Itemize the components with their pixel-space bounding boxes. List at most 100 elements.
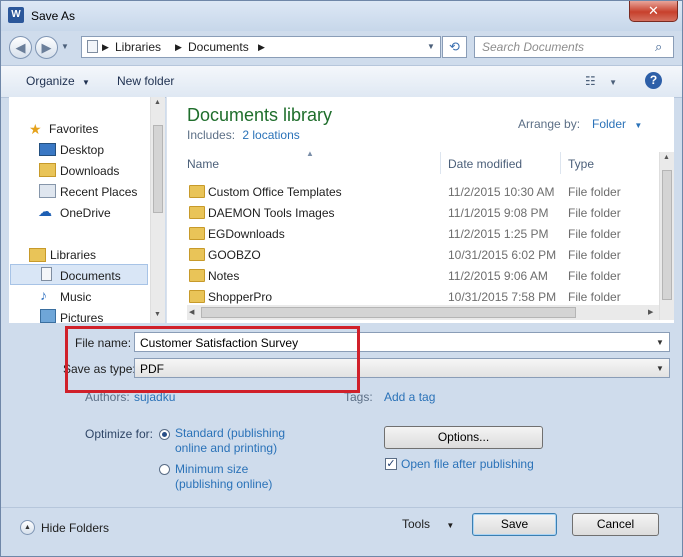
address-bar[interactable]: ▶ Libraries ▶ Documents ▶ ▼ — [81, 36, 441, 58]
new-folder-button[interactable]: New folder — [117, 74, 174, 88]
file-row[interactable]: GOOBZO 10/31/2015 6:02 PM File folder — [187, 245, 657, 266]
minimum-size-radio[interactable] — [159, 464, 170, 475]
includes-locations-link[interactable]: 2 locations — [242, 128, 299, 142]
file-date-cell: 10/31/2015 7:58 PM — [448, 290, 557, 304]
file-row[interactable]: Notes 11/2/2015 9:06 AM File folder — [187, 266, 657, 287]
help-icon[interactable]: ? — [645, 72, 662, 89]
file-name-cell: DAEMON Tools Images — [208, 206, 335, 220]
library-includes: Includes: 2 locations — [187, 128, 300, 142]
column-header-type[interactable]: Type — [568, 157, 594, 171]
library-title: Documents library — [187, 105, 333, 125]
nav-documents[interactable]: Documents — [60, 269, 121, 283]
file-list-horizontal-scrollbar[interactable]: ◀ ▶ — [187, 305, 659, 320]
file-name-cell: Notes — [208, 269, 240, 283]
organize-button[interactable]: Organize ▼ — [26, 74, 90, 88]
folder-icon — [189, 269, 205, 282]
save-as-dialog: W Save As ✕ ◀ ▶ ▼ ▶ Libraries ▶ Document… — [0, 0, 683, 557]
file-name-cell: GOOBZO — [208, 248, 261, 262]
refresh-icon: ⟲ — [449, 39, 460, 54]
libraries-icon — [29, 248, 46, 262]
file-type-cell: File folder — [568, 185, 621, 199]
scroll-down-icon[interactable]: ▼ — [154, 311, 161, 318]
cancel-button[interactable]: Cancel — [572, 513, 659, 536]
close-button[interactable]: ✕ — [629, 1, 678, 22]
nav-recent-places[interactable]: Recent Places — [60, 185, 137, 199]
file-type-cell: File folder — [568, 248, 621, 262]
organize-label: Organize — [26, 74, 75, 88]
hide-folders-button[interactable]: Hide Folders — [41, 521, 109, 535]
options-button[interactable]: Options... — [384, 426, 543, 449]
file-name-cell: ShopperPro — [208, 290, 273, 304]
back-arrow-icon: ◀ — [15, 40, 26, 55]
nav-desktop[interactable]: Desktop — [60, 143, 104, 157]
standard-option-label[interactable]: Standard (publishing online and printing… — [175, 426, 290, 456]
file-date-cell: 11/2/2015 9:06 AM — [448, 269, 548, 283]
nav-pictures[interactable]: Pictures — [60, 311, 103, 325]
desktop-icon — [39, 143, 56, 156]
documents-icon — [41, 267, 52, 281]
nav-scroll-thumb[interactable] — [153, 125, 163, 213]
file-name-dropdown-icon[interactable]: ▼ — [656, 338, 664, 347]
file-list-vertical-scrollbar[interactable]: ▲ — [659, 152, 674, 320]
collapse-arrow-icon[interactable]: ▲ — [20, 520, 35, 535]
file-list-pane: Documents library Includes: 2 locations … — [166, 97, 674, 323]
arrange-dropdown-icon: ▼ — [634, 121, 643, 130]
open-after-publishing-checkbox[interactable]: ✓ — [385, 458, 397, 470]
minimum-size-option-label[interactable]: Minimum size (publishing online) — [175, 462, 285, 492]
search-icon: ⌕ — [655, 39, 663, 54]
includes-label: Includes: — [187, 128, 236, 142]
add-tag-link[interactable]: Add a tag — [384, 390, 435, 404]
column-divider — [440, 152, 441, 174]
back-button[interactable]: ◀ — [9, 36, 32, 59]
nav-downloads[interactable]: Downloads — [60, 164, 119, 178]
forward-button[interactable]: ▶ — [35, 36, 58, 59]
file-type-cell: File folder — [568, 269, 621, 283]
breadcrumb-documents[interactable]: Documents — [188, 40, 249, 54]
optimize-for-label: Optimize for: — [85, 427, 154, 441]
nav-favorites[interactable]: Favorites — [49, 122, 98, 136]
scroll-up-icon[interactable]: ▲ — [663, 154, 670, 161]
scroll-left-icon[interactable]: ◀ — [189, 308, 194, 316]
scroll-up-icon[interactable]: ▲ — [154, 99, 161, 106]
standard-radio[interactable] — [159, 429, 170, 440]
recent-locations-dropdown-icon[interactable]: ▼ — [61, 42, 69, 51]
nav-libraries[interactable]: Libraries — [50, 248, 96, 262]
organize-dropdown-icon: ▼ — [82, 78, 90, 87]
horizontal-scroll-thumb[interactable] — [201, 307, 576, 318]
file-row[interactable]: DAEMON Tools Images 11/1/2015 9:08 PM File… — [187, 203, 657, 224]
nav-onedrive[interactable]: OneDrive — [60, 206, 111, 220]
arrange-by-dropdown[interactable]: Folder ▼ — [592, 117, 642, 131]
tools-button[interactable]: Tools ▼ — [402, 517, 454, 531]
file-type-cell: File folder — [568, 206, 621, 220]
file-row[interactable]: Custom Office Templates 11/2/2015 10:30 A… — [187, 182, 657, 203]
folder-icon — [189, 227, 205, 240]
tools-label: Tools — [402, 517, 431, 531]
save-as-type-dropdown-icon[interactable]: ▼ — [656, 364, 664, 373]
breadcrumb-libraries[interactable]: Libraries — [115, 40, 161, 54]
column-header-date[interactable]: Date modified — [448, 157, 522, 171]
address-dropdown-icon[interactable]: ▼ — [427, 42, 435, 51]
search-input[interactable]: Search Documents ⌕ — [474, 36, 674, 58]
downloads-icon — [39, 163, 56, 177]
search-placeholder: Search Documents — [482, 40, 585, 54]
file-row[interactable]: EGDownloads 11/2/2015 1:25 PM File folder — [187, 224, 657, 245]
folder-icon — [189, 185, 205, 198]
arrange-by-label: Arrange by: — [518, 117, 581, 131]
command-toolbar: Organize ▼ New folder ☷ ▼ ? — [1, 65, 682, 98]
file-date-cell: 11/1/2015 9:08 PM — [448, 206, 549, 220]
nav-music[interactable]: Music — [60, 290, 91, 304]
save-button[interactable]: Save — [472, 513, 557, 536]
column-divider — [560, 152, 561, 174]
file-name-cell: EGDownloads — [208, 227, 285, 241]
file-type-cell: File folder — [568, 290, 621, 304]
file-date-cell: 11/2/2015 1:25 PM — [448, 227, 549, 241]
refresh-button[interactable]: ⟲ — [442, 36, 467, 58]
column-header-name[interactable]: Name — [187, 157, 219, 171]
open-after-publishing-label[interactable]: Open file after publishing — [401, 457, 534, 471]
file-type-cell: File folder — [568, 227, 621, 241]
scroll-right-icon[interactable]: ▶ — [648, 308, 653, 316]
file-date-cell: 10/31/2015 6:02 PM — [448, 248, 557, 262]
view-options-button[interactable]: ☷ ▼ — [585, 74, 617, 88]
file-list-scroll-thumb[interactable] — [662, 170, 672, 300]
nav-vertical-scrollbar[interactable]: ▲ ▼ — [150, 97, 165, 323]
